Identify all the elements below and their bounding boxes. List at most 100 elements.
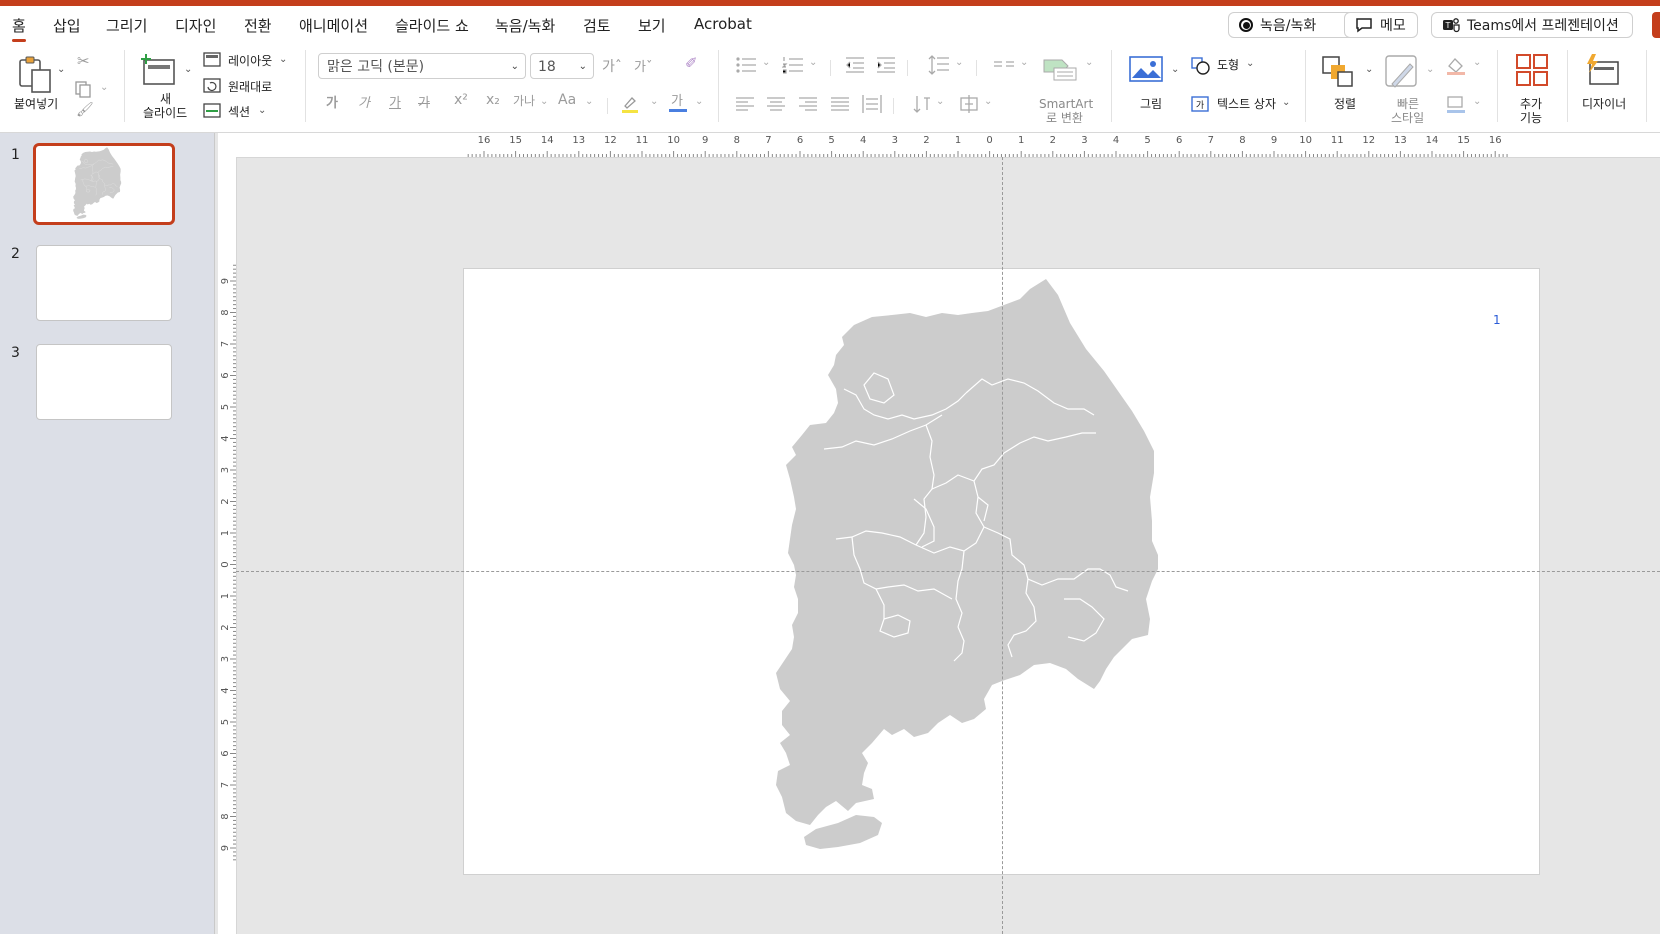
paste-caret-icon[interactable]: ⌄ [57, 64, 65, 75]
tab-transitions[interactable]: 전환 [244, 15, 272, 36]
distributed-icon[interactable] [861, 94, 883, 114]
textbox-caret-icon[interactable]: ⌄ [1282, 97, 1290, 108]
textbox-icon[interactable]: 가 [1190, 95, 1210, 113]
tab-insert[interactable]: 삽입 [53, 15, 81, 36]
tab-slideshow[interactable]: 슬라이드 쇼 [395, 15, 469, 36]
char-spacing-caret-icon[interactable]: ⌄ [540, 96, 548, 107]
designer-icon[interactable] [1584, 52, 1622, 88]
section-button[interactable]: 섹션 [228, 105, 250, 119]
italic-button[interactable]: 가 [358, 92, 370, 111]
bullets-caret-icon[interactable]: ⌄ [762, 57, 770, 68]
align-left-icon[interactable] [735, 96, 755, 112]
smartart-caret-icon[interactable]: ⌄ [1085, 57, 1093, 68]
reset-button[interactable]: 원래대로 [228, 80, 272, 94]
new-slide-icon[interactable] [140, 52, 180, 88]
align-text-caret-icon[interactable]: ⌄ [984, 96, 992, 107]
layout-button[interactable]: 레이아웃 [228, 54, 272, 68]
shape-button[interactable]: 도형 [1217, 58, 1239, 72]
clear-format-icon[interactable]: ✐ [685, 54, 698, 72]
superscript-button[interactable]: x² [454, 92, 468, 108]
tab-design[interactable]: 디자인 [175, 15, 216, 36]
paste-icon[interactable] [16, 54, 56, 96]
strikethrough-button[interactable]: 가 [418, 92, 430, 111]
subscript-button[interactable]: x₂ [486, 92, 500, 108]
vertical-ruler[interactable]: 9 8 7 6 5 4 3 2 1 0 1 2 3 4 5 6 7 8 9 [218, 157, 237, 934]
increase-indent-icon[interactable] [876, 56, 896, 74]
textbox-button[interactable]: 텍스트 상자 [1217, 97, 1276, 111]
change-case-button[interactable]: Aa [558, 92, 576, 108]
bold-button[interactable]: 가 [326, 92, 338, 111]
line-spacing-caret-icon[interactable]: ⌄ [955, 57, 963, 68]
tab-home[interactable]: 홈 [12, 15, 26, 42]
highlighter-caret-icon[interactable]: ⌄ [650, 96, 658, 107]
shape-fill-caret-icon[interactable]: ⌄ [1473, 57, 1481, 68]
font-color-caret-icon[interactable]: ⌄ [695, 96, 703, 107]
numbering-icon[interactable] [782, 56, 804, 74]
shape-caret-icon[interactable]: ⌄ [1246, 58, 1254, 69]
font-color-button[interactable]: 가 [671, 90, 683, 109]
picture-icon[interactable] [1128, 54, 1164, 84]
line-spacing-icon[interactable] [928, 54, 950, 76]
shape-fill-icon[interactable] [1445, 56, 1467, 76]
ribbon-mini-divider [607, 98, 608, 114]
underline-button[interactable]: 가 [389, 92, 401, 111]
align-right-icon[interactable] [798, 96, 818, 112]
new-slide-caret-icon[interactable]: ⌄ [184, 64, 192, 75]
arrange-icon[interactable] [1320, 54, 1356, 90]
tab-draw[interactable]: 그리기 [106, 15, 147, 36]
copy-icon[interactable] [74, 80, 96, 98]
columns-icon[interactable] [993, 56, 1015, 74]
reset-icon[interactable] [203, 78, 221, 94]
format-painter-icon[interactable]: 🖌 [76, 102, 94, 118]
text-direction-caret-icon[interactable]: ⌄ [936, 96, 944, 107]
tab-acrobat[interactable]: Acrobat [694, 15, 752, 33]
highlighter-icon[interactable] [620, 94, 640, 114]
justify-icon[interactable] [830, 96, 850, 112]
layout-caret-icon[interactable]: ⌄ [279, 54, 287, 65]
quick-styles-caret-icon[interactable]: ⌄ [1426, 64, 1434, 75]
section-icon[interactable] [203, 103, 221, 119]
picture-caret-icon[interactable]: ⌄ [1171, 64, 1179, 75]
horizontal-guide[interactable] [236, 571, 1660, 572]
ruler-label: 4 [860, 135, 866, 146]
slide-thumbnail-1[interactable] [33, 143, 175, 225]
font-shrink-button[interactable]: 가ˇ [634, 56, 652, 75]
quick-styles-icon[interactable] [1382, 54, 1422, 92]
text-direction-icon[interactable] [912, 94, 932, 114]
char-spacing-button[interactable]: 가나 [513, 92, 535, 109]
columns-caret-icon[interactable]: ⌄ [1020, 57, 1028, 68]
record-button[interactable]: 녹음/녹화 [1228, 12, 1362, 38]
align-text-icon[interactable] [958, 94, 980, 114]
layout-icon[interactable] [203, 52, 221, 68]
cut-icon[interactable]: ✂ [77, 52, 90, 70]
bullets-icon[interactable] [735, 56, 757, 74]
tab-view[interactable]: 보기 [638, 15, 666, 36]
smartart-icon[interactable] [1042, 54, 1078, 82]
ruler-label: 6 [220, 750, 231, 756]
slide-thumbnail-2[interactable] [36, 245, 172, 321]
horizontal-ruler[interactable]: 16 15 14 13 12 11 10 9 8 7 6 5 4 3 2 1 0 1 2 3 4 5 6 7 8 9 10 11 12 1… [236, 133, 1660, 158]
teams-present-button[interactable]: T Teams에서 프레젠테이션 [1431, 12, 1633, 38]
tab-recording[interactable]: 녹음/녹화 [495, 15, 555, 36]
share-button-edge[interactable] [1652, 12, 1660, 38]
align-center-icon[interactable] [766, 96, 786, 112]
shape-outline-icon[interactable] [1445, 94, 1467, 114]
numbering-caret-icon[interactable]: ⌄ [809, 57, 817, 68]
shape-outline-caret-icon[interactable]: ⌄ [1473, 96, 1481, 107]
arrange-caret-icon[interactable]: ⌄ [1365, 64, 1373, 75]
tab-animations[interactable]: 애니메이션 [299, 15, 368, 36]
slide-thumbnail-3[interactable] [36, 344, 172, 420]
comment-button[interactable]: 메모 [1344, 12, 1418, 38]
font-size-select[interactable]: 18 ⌄ [530, 53, 594, 79]
copy-caret-icon[interactable]: ⌄ [100, 82, 108, 93]
shape-icon[interactable] [1190, 56, 1212, 76]
font-name-select[interactable]: 맑은 고딕 (본문) ⌄ [318, 53, 526, 79]
font-grow-button[interactable]: 가ˆ [602, 56, 622, 76]
ruler-label: 8 [734, 135, 740, 146]
decrease-indent-icon[interactable] [845, 56, 865, 74]
vertical-guide[interactable] [1002, 157, 1003, 934]
change-case-caret-icon[interactable]: ⌄ [585, 96, 593, 107]
addins-icon[interactable] [1514, 52, 1550, 88]
section-caret-icon[interactable]: ⌄ [258, 105, 266, 116]
tab-review[interactable]: 검토 [583, 15, 611, 36]
